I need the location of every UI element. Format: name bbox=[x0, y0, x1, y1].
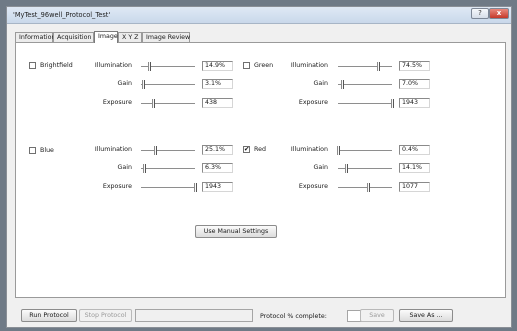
brightfield-gain-label: Gain bbox=[117, 80, 132, 87]
tab-information[interactable]: Information bbox=[15, 32, 55, 42]
blue-checkbox[interactable] bbox=[29, 147, 36, 154]
blue-illumination-slider[interactable] bbox=[141, 146, 195, 156]
red-gain-slider[interactable] bbox=[338, 164, 392, 174]
slider-thumb[interactable] bbox=[391, 99, 394, 108]
blue-illumination-label: Illumination bbox=[94, 146, 132, 153]
stop-protocol-button[interactable]: Stop Protocol bbox=[79, 309, 132, 322]
tab-image[interactable]: Image bbox=[94, 31, 118, 43]
slider-thumb[interactable] bbox=[194, 183, 197, 192]
progress-bar bbox=[135, 309, 253, 322]
brightfield-illumination-slider[interactable] bbox=[141, 62, 195, 72]
red-exposure-value[interactable]: 1077 bbox=[399, 182, 430, 192]
protocol-complete-label: Protocol % complete: bbox=[260, 313, 327, 320]
green-exposure-slider[interactable] bbox=[338, 99, 394, 109]
run-protocol-button[interactable]: Run Protocol bbox=[21, 309, 77, 322]
blue-exposure-value[interactable]: 1943 bbox=[202, 182, 233, 192]
brightfield-gain-slider[interactable] bbox=[141, 80, 195, 90]
protocol-window: 'MyTest_96well_Protocol_Test' ? x Inform… bbox=[6, 6, 512, 328]
red-checkbox[interactable] bbox=[243, 145, 250, 153]
blue-exposure-slider[interactable] bbox=[141, 183, 197, 193]
green-label: Green bbox=[254, 62, 274, 69]
tab-image-review[interactable]: Image Review bbox=[142, 32, 190, 42]
brightfield-exposure-slider[interactable] bbox=[141, 99, 195, 109]
title-bar[interactable]: 'MyTest_96well_Protocol_Test' ? x bbox=[7, 7, 511, 24]
green-checkbox[interactable] bbox=[243, 62, 250, 69]
tab-acquisition[interactable]: Acquisition bbox=[53, 32, 94, 42]
slider-thumb[interactable] bbox=[141, 80, 145, 89]
green-exposure-label: Exposure bbox=[298, 99, 328, 106]
red-gain-label: Gain bbox=[313, 164, 328, 171]
red-exposure-label: Exposure bbox=[298, 183, 328, 190]
slider-thumb[interactable] bbox=[340, 80, 344, 89]
help-button[interactable]: ? bbox=[471, 8, 489, 19]
save-button[interactable]: Save bbox=[360, 309, 394, 322]
green-gain-slider[interactable] bbox=[338, 80, 392, 90]
red-label: Red bbox=[254, 146, 266, 153]
green-illumination-slider[interactable] bbox=[338, 62, 392, 72]
brightfield-gain-value[interactable]: 3.1% bbox=[202, 79, 233, 89]
brightfield-illumination-value[interactable]: 14.9% bbox=[202, 61, 233, 71]
slider-thumb[interactable] bbox=[153, 146, 157, 155]
brightfield-illumination-label: Illumination bbox=[94, 62, 132, 69]
slider-thumb[interactable] bbox=[143, 164, 147, 173]
red-illumination-slider[interactable] bbox=[337, 146, 392, 156]
red-exposure-slider[interactable] bbox=[338, 183, 392, 193]
green-illumination-label: Illumination bbox=[290, 62, 328, 69]
green-gain-label: Gain bbox=[313, 80, 328, 87]
green-illumination-value[interactable]: 74.5% bbox=[399, 61, 430, 71]
slider-thumb[interactable] bbox=[344, 164, 348, 173]
brightfield-exposure-label: Exposure bbox=[102, 99, 132, 106]
green-exposure-value[interactable]: 1943 bbox=[399, 98, 430, 108]
blue-gain-value[interactable]: 6.3% bbox=[202, 163, 233, 173]
slider-thumb[interactable] bbox=[148, 62, 152, 71]
slider-thumb[interactable] bbox=[377, 62, 381, 71]
red-illumination-label: Illumination bbox=[290, 146, 328, 153]
red-gain-value[interactable]: 14.1% bbox=[399, 163, 430, 173]
red-illumination-value[interactable]: 0.4% bbox=[399, 145, 430, 155]
tab-xyz[interactable]: X Y Z bbox=[118, 32, 142, 42]
blue-gain-slider[interactable] bbox=[141, 164, 195, 174]
slider-thumb[interactable] bbox=[366, 183, 370, 192]
use-manual-settings-button[interactable]: Use Manual Settings bbox=[195, 225, 277, 238]
window-title: 'MyTest_96well_Protocol_Test' bbox=[13, 11, 111, 19]
blue-exposure-label: Exposure bbox=[102, 183, 132, 190]
blue-label: Blue bbox=[40, 147, 54, 154]
blue-illumination-value[interactable]: 25.1% bbox=[202, 145, 233, 155]
save-as-button[interactable]: Save As ... bbox=[399, 309, 453, 322]
brightfield-exposure-value[interactable]: 438 bbox=[202, 98, 233, 108]
slider-thumb[interactable] bbox=[152, 99, 156, 108]
image-settings-panel: Brightfield Illumination 14.9% Gain 3.1%… bbox=[15, 42, 506, 298]
brightfield-checkbox[interactable] bbox=[29, 62, 36, 69]
brightfield-label: Brightfield bbox=[40, 62, 73, 69]
blue-gain-label: Gain bbox=[117, 164, 132, 171]
slider-thumb[interactable] bbox=[337, 146, 341, 155]
green-gain-value[interactable]: 7.0% bbox=[399, 79, 430, 89]
close-button[interactable]: x bbox=[489, 8, 509, 19]
bottom-toolbar: Run Protocol Stop Protocol Protocol % co… bbox=[15, 305, 506, 325]
